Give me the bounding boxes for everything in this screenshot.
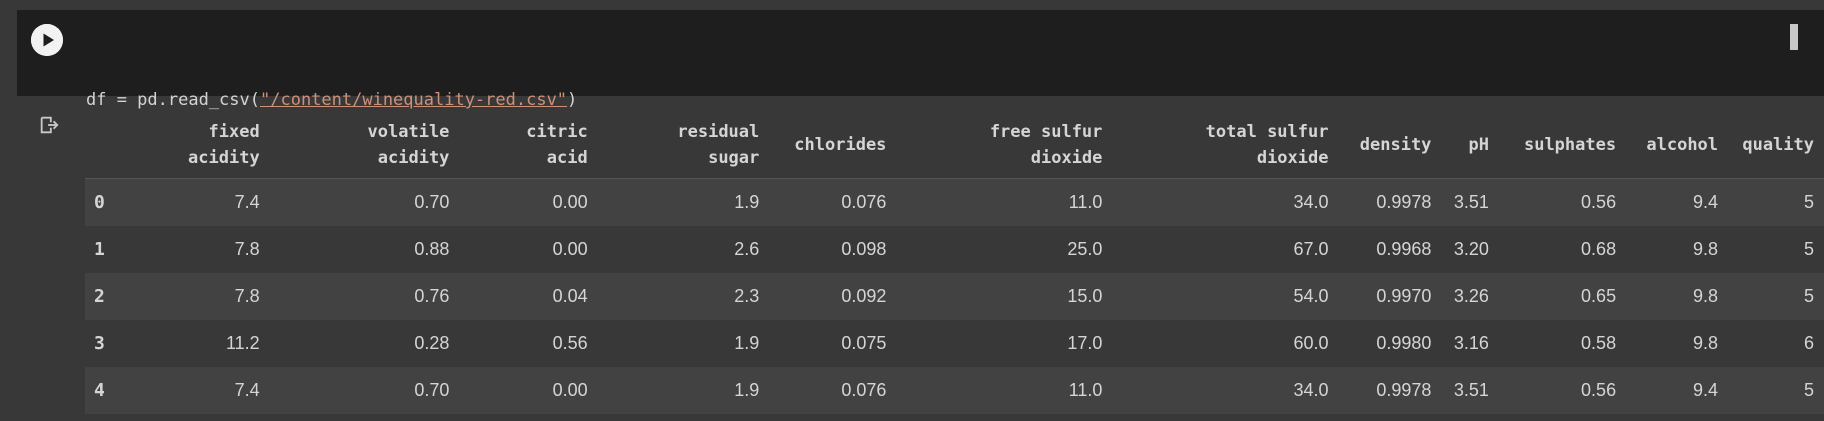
table-row: 2 7.8 0.76 0.04 2.3 0.092 15.0 54.0 0.9970 3.26 0.… bbox=[85, 273, 1824, 320]
table-cell: 5 bbox=[1803, 239, 1814, 259]
editor-scrollbar[interactable] bbox=[1790, 24, 1798, 50]
table-cell: 0.076 bbox=[841, 380, 887, 400]
table-cell: 0.70 bbox=[414, 380, 450, 400]
table-cell: 1.9 bbox=[734, 192, 760, 212]
row-index: 3 bbox=[94, 333, 105, 354]
code-line1-prefix: df = pd.read_csv( bbox=[86, 90, 260, 110]
table-cell: 0.9978 bbox=[1376, 192, 1432, 212]
notebook-cell: df = pd.read_csv("/content/winequality-r… bbox=[0, 0, 1824, 421]
table-cell: 1.9 bbox=[734, 380, 760, 400]
table-cell: 0.88 bbox=[414, 239, 450, 259]
output-redirect-icon[interactable] bbox=[38, 114, 60, 136]
table-cell: 0.68 bbox=[1581, 239, 1617, 259]
table-cell: 25.0 bbox=[1067, 239, 1103, 259]
table-cell: 7.8 bbox=[234, 286, 260, 306]
column-header: total sulfur dioxide bbox=[1112, 112, 1339, 179]
column-header: citric acid bbox=[459, 112, 598, 179]
column-header: fixed acidity bbox=[129, 112, 270, 179]
table-cell: 0.075 bbox=[841, 333, 887, 353]
column-header: free sulfur dioxide bbox=[896, 112, 1113, 179]
table-cell: 3.16 bbox=[1453, 333, 1489, 353]
table-cell: 0.00 bbox=[552, 380, 588, 400]
column-header: quality bbox=[1728, 112, 1824, 179]
column-header: pH bbox=[1441, 112, 1499, 179]
table-row: 3 11.2 0.28 0.56 1.9 0.075 17.0 60.0 0.9980 3.16 0… bbox=[85, 320, 1824, 367]
column-header: sulphates bbox=[1498, 112, 1627, 179]
table-cell: 1.9 bbox=[734, 333, 760, 353]
row-index: 0 bbox=[94, 192, 105, 213]
table-cell: 3.51 bbox=[1453, 192, 1489, 212]
table-cell: 9.4 bbox=[1693, 380, 1719, 400]
row-index: 4 bbox=[94, 380, 105, 401]
table-cell: 5 bbox=[1803, 380, 1814, 400]
play-icon bbox=[31, 24, 63, 56]
table-cell: 2.6 bbox=[734, 239, 760, 259]
table-cell: 34.0 bbox=[1293, 380, 1329, 400]
table-cell: 11.0 bbox=[1068, 380, 1103, 400]
table-cell: 0.9970 bbox=[1376, 286, 1432, 306]
table-row: 0 7.4 0.70 0.00 1.9 0.076 11.0 34.0 0.9978 3.51 0.… bbox=[85, 178, 1824, 226]
table-cell: 3.51 bbox=[1453, 380, 1489, 400]
table-cell: 60.0 bbox=[1293, 333, 1329, 353]
table-cell: 0.65 bbox=[1581, 286, 1617, 306]
table-cell: 0.76 bbox=[414, 286, 450, 306]
table-cell: 0.098 bbox=[841, 239, 887, 259]
table-cell: 0.092 bbox=[841, 286, 887, 306]
index-header bbox=[85, 112, 130, 179]
table-cell: 54.0 bbox=[1293, 286, 1329, 306]
table-cell: 3.20 bbox=[1453, 239, 1489, 259]
table-cell: 0.70 bbox=[414, 192, 450, 212]
table-cell: 2.3 bbox=[734, 286, 760, 306]
table-cell: 9.8 bbox=[1693, 286, 1719, 306]
table-cell: 0.9980 bbox=[1376, 333, 1432, 353]
table-cell: 34.0 bbox=[1293, 192, 1329, 212]
table-cell: 0.58 bbox=[1581, 333, 1617, 353]
file-path-link[interactable]: "/content/winequality-red.csv" bbox=[260, 90, 567, 110]
table-cell: 5 bbox=[1803, 286, 1814, 306]
code-line-1: df = pd.read_csv("/content/winequality-r… bbox=[86, 86, 577, 115]
column-header: volatile acidity bbox=[269, 112, 460, 179]
table-cell: 5 bbox=[1803, 192, 1814, 212]
table-cell: 11.0 bbox=[1068, 192, 1103, 212]
table-header-row: fixed acidity volatile acidity citric acid… bbox=[85, 112, 1824, 179]
table-cell: 11.2 bbox=[225, 333, 260, 353]
table-cell: 0.9978 bbox=[1376, 380, 1432, 400]
code-editor[interactable]: df = pd.read_csv("/content/winequality-r… bbox=[17, 10, 1824, 197]
row-index: 1 bbox=[94, 239, 105, 260]
table-cell: 9.8 bbox=[1693, 333, 1719, 353]
table-cell: 9.8 bbox=[1693, 239, 1719, 259]
run-cell-button[interactable] bbox=[31, 24, 63, 56]
column-header: chlorides bbox=[769, 112, 897, 179]
code-line1-suffix: ) bbox=[567, 90, 578, 110]
table-row: 1 7.8 0.88 0.00 2.6 0.098 25.0 67.0 0.9968 3.20 0.… bbox=[85, 226, 1824, 273]
column-header: density bbox=[1338, 112, 1442, 179]
table-cell: 7.4 bbox=[234, 192, 260, 212]
table-cell: 0.9968 bbox=[1376, 239, 1432, 259]
table-cell: 0.56 bbox=[1581, 192, 1617, 212]
dataframe-table: fixed acidity volatile acidity citric acid… bbox=[85, 112, 1824, 414]
table-cell: 0.56 bbox=[552, 333, 588, 353]
table-cell: 0.00 bbox=[552, 192, 588, 212]
table-cell: 0.28 bbox=[414, 333, 450, 353]
table-cell: 3.26 bbox=[1453, 286, 1489, 306]
table-cell: 17.0 bbox=[1067, 333, 1103, 353]
table-cell: 0.56 bbox=[1581, 380, 1617, 400]
dataframe-output: fixed acidity volatile acidity citric acid… bbox=[85, 112, 1824, 421]
row-index: 2 bbox=[94, 286, 105, 307]
table-row: 4 7.4 0.70 0.00 1.9 0.076 11.0 34.0 0.9978 3.51 0.… bbox=[85, 367, 1824, 414]
table-cell: 0.076 bbox=[841, 192, 887, 212]
column-header: residual sugar bbox=[597, 112, 770, 179]
table-cell: 67.0 bbox=[1293, 239, 1329, 259]
table-cell: 9.4 bbox=[1693, 192, 1719, 212]
table-cell: 0.00 bbox=[552, 239, 588, 259]
table-cell: 15.0 bbox=[1067, 286, 1103, 306]
table-cell: 0.04 bbox=[552, 286, 588, 306]
column-header: alcohol bbox=[1626, 112, 1729, 179]
table-body: 0 7.4 0.70 0.00 1.9 0.076 11.0 34.0 0.9978 3.51 0.… bbox=[85, 178, 1824, 414]
table-cell: 6 bbox=[1803, 333, 1814, 353]
table-cell: 7.8 bbox=[234, 239, 260, 259]
table-cell: 7.4 bbox=[234, 380, 260, 400]
